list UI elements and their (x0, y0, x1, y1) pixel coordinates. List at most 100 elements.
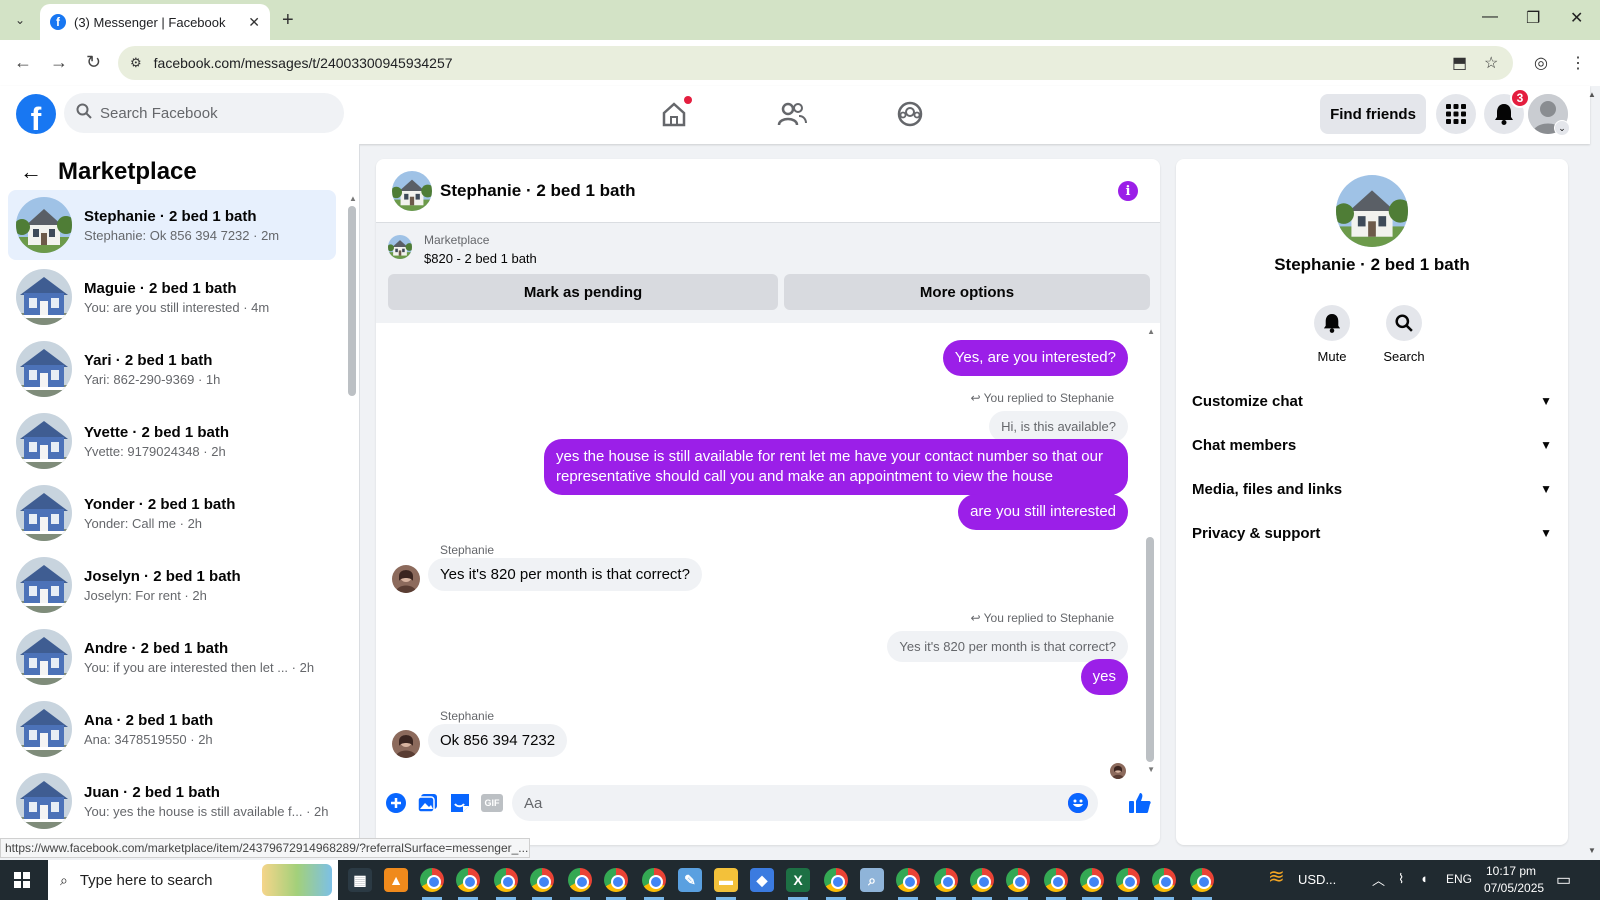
chrome-icon[interactable] (1044, 868, 1068, 892)
profile-icon[interactable]: ◎ (1534, 53, 1548, 73)
minimize-icon[interactable]: — (1482, 8, 1498, 26)
conversation-item[interactable]: Yvette · 2 bed 1 bath Yvette: 9179024348… (8, 406, 336, 476)
stephanie-avatar[interactable] (392, 730, 420, 758)
message-input[interactable] (524, 794, 1044, 812)
chrome-icon[interactable] (420, 868, 444, 892)
new-tab-button[interactable]: + (282, 9, 294, 32)
chat-members-section[interactable]: Chat members ▼ (1192, 425, 1552, 465)
back-arrow-icon[interactable]: ← (20, 159, 42, 185)
browser-tab[interactable]: f (3) Messenger | Facebook ✕ (40, 4, 270, 40)
friends-nav-icon[interactable] (772, 96, 812, 132)
media-files-links-section[interactable]: Media, files and links ▼ (1192, 469, 1552, 509)
volume-icon[interactable]: ◖ (1420, 871, 1428, 886)
like-thumb-icon[interactable] (1128, 791, 1152, 815)
currency-widget[interactable]: USD... (1298, 872, 1336, 887)
chrome-icon[interactable] (970, 868, 994, 892)
emoji-icon[interactable] (1068, 793, 1088, 813)
language-indicator[interactable]: ENG (1446, 872, 1472, 886)
photo-icon[interactable] (416, 791, 440, 815)
listing-price[interactable]: $820 - 2 bed 1 bath (424, 251, 537, 266)
find-friends-button[interactable]: Find friends (1320, 94, 1426, 134)
scroll-down-arrow-icon[interactable]: ▼ (1147, 765, 1155, 774)
chrome-icon[interactable] (896, 868, 920, 892)
customize-chat-section[interactable]: Customize chat ▼ (1192, 381, 1552, 421)
search-conversation-button[interactable]: Search (1374, 305, 1434, 364)
sidebar-scrollbar[interactable] (348, 206, 356, 396)
tray-chevron-icon[interactable]: ︿ (1372, 870, 1385, 889)
chrome-icon[interactable] (456, 868, 480, 892)
chrome-icon[interactable] (1152, 868, 1176, 892)
chrome-icon[interactable] (1080, 868, 1104, 892)
task-view-icon[interactable]: ▦ (348, 868, 372, 892)
conversation-item[interactable]: Maguie · 2 bed 1 bath You: are you still… (8, 262, 336, 332)
chat-title[interactable]: Stephanie · 2 bed 1 bath (440, 181, 636, 201)
clock-date[interactable]: 07/05/2025 (1484, 881, 1544, 895)
info-avatar[interactable] (1336, 175, 1408, 247)
plus-circle-icon[interactable] (384, 791, 408, 815)
site-info-icon[interactable]: ⚙ (130, 55, 142, 71)
conversation-item[interactable]: Yari · 2 bed 1 bath Yari: 862-290-9369 ·… (8, 334, 336, 404)
chrome-icon[interactable] (494, 868, 518, 892)
chevron-down-icon[interactable]: ⌄ (1554, 120, 1570, 136)
network-icon[interactable]: ⌇ (1398, 871, 1404, 887)
chrome-icon[interactable] (1006, 868, 1030, 892)
more-options-button[interactable]: More options (784, 274, 1150, 310)
page-scroll-down-icon[interactable]: ▼ (1588, 846, 1596, 855)
bookmark-star-icon[interactable]: ☆ (1484, 53, 1498, 73)
clock-time[interactable]: 10:17 pm (1486, 864, 1536, 878)
restore-icon[interactable]: ❐ (1526, 8, 1540, 28)
weather-icon[interactable]: ≋ (1268, 864, 1285, 889)
facebook-logo-icon[interactable]: f (16, 94, 56, 134)
chrome-icon[interactable] (824, 868, 848, 892)
conversation-item[interactable]: Joselyn · 2 bed 1 bath Joselyn: For rent… (8, 550, 336, 620)
sticker-icon[interactable] (448, 791, 472, 815)
privacy-support-section[interactable]: Privacy & support ▼ (1192, 513, 1552, 553)
conversation-item[interactable]: Andre · 2 bed 1 bath You: if you are int… (8, 622, 336, 692)
home-nav-icon[interactable] (654, 96, 694, 132)
tab-search-icon[interactable]: ⌄ (8, 8, 32, 32)
menu-grid-icon[interactable] (1436, 94, 1476, 134)
browser-menu-icon[interactable]: ⋮ (1570, 53, 1586, 73)
chrome-icon[interactable] (568, 868, 592, 892)
close-tab-icon[interactable]: ✕ (248, 14, 260, 31)
message-input-box[interactable] (512, 785, 1098, 821)
taskbar-search[interactable]: ⌕ Type here to search (48, 860, 338, 900)
conversation-item[interactable]: Stephanie · 2 bed 1 bath Stephanie: Ok 8… (8, 190, 336, 260)
chat-avatar[interactable] (392, 170, 432, 211)
forward-icon[interactable]: → (50, 52, 68, 73)
stephanie-avatar[interactable] (392, 565, 420, 593)
notifications-bell-icon[interactable]: 3 (1484, 88, 1530, 134)
install-app-icon[interactable]: ⬒ (1452, 53, 1467, 73)
paint-icon[interactable]: ✎ (678, 868, 702, 892)
chrome-icon[interactable] (1116, 868, 1140, 892)
notification-center-icon[interactable]: ▭ (1556, 870, 1571, 890)
scroll-up-arrow-icon[interactable]: ▲ (1147, 327, 1155, 336)
copilot-icon[interactable]: ◆ (750, 868, 774, 892)
listing-thumbnail[interactable] (388, 235, 412, 259)
scroll-up-arrow-icon[interactable]: ▲ (349, 194, 357, 203)
chrome-icon[interactable] (530, 868, 554, 892)
address-bar[interactable]: ⚙ facebook.com/messages/t/24003300945934… (118, 46, 1513, 80)
chrome-icon[interactable] (604, 868, 628, 892)
facebook-search-input[interactable] (100, 104, 320, 122)
vlc-icon[interactable]: ▲ (384, 868, 408, 892)
facebook-search[interactable] (64, 93, 344, 133)
info-icon[interactable]: i (1118, 181, 1138, 201)
gif-icon[interactable]: GIF (480, 791, 504, 815)
magnifier-icon[interactable]: ⌕ (860, 868, 884, 892)
mark-as-pending-button[interactable]: Mark as pending (388, 274, 778, 310)
file-explorer-icon[interactable]: ▬ (714, 868, 738, 892)
reload-icon[interactable]: ↻ (86, 52, 101, 73)
chrome-icon[interactable] (1190, 868, 1214, 892)
mute-button[interactable]: Mute (1302, 305, 1362, 364)
chrome-icon[interactable] (642, 868, 666, 892)
conversation-item[interactable]: Juan · 2 bed 1 bath You: yes the house i… (8, 766, 336, 836)
excel-icon[interactable]: X (786, 868, 810, 892)
windows-start-icon[interactable] (14, 872, 30, 888)
page-scroll-up-icon[interactable]: ▲ (1588, 90, 1596, 99)
chrome-icon[interactable] (934, 868, 958, 892)
chat-scrollbar[interactable] (1146, 537, 1154, 762)
groups-nav-icon[interactable] (890, 96, 930, 132)
close-window-icon[interactable]: ✕ (1570, 8, 1583, 28)
conversation-item[interactable]: Yonder · 2 bed 1 bath Yonder: Call me · … (8, 478, 336, 548)
